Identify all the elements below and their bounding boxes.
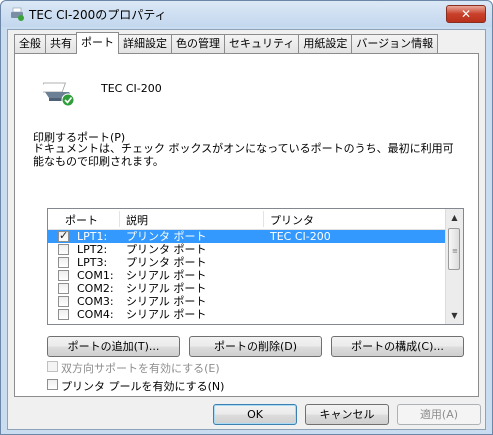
port-printer: TEC CI-200 (270, 230, 331, 243)
col-desc-header[interactable]: 説明 (126, 212, 148, 228)
col-port-header[interactable]: ポート (65, 212, 98, 228)
port-checkbox[interactable] (58, 270, 69, 281)
port-row[interactable]: COM4: シリアル ポート (48, 308, 446, 321)
port-name: LPT3: (77, 256, 108, 269)
port-description: シリアル ポート (126, 269, 207, 282)
bidirectional-checkbox[interactable] (47, 361, 58, 372)
scroll-down-arrow-icon[interactable]: ▼ (446, 307, 463, 324)
port-description: プリンタ ポート (126, 256, 207, 269)
tab-advanced[interactable]: 詳細設定 (118, 34, 172, 53)
port-checkbox[interactable] (58, 244, 69, 255)
port-list-scrollbar[interactable]: ▲ ≡ ▼ (445, 209, 463, 324)
port-checkbox[interactable] (58, 296, 69, 307)
port-name: COM1: (77, 269, 114, 282)
add-port-button[interactable]: ポートの追加(T)... (47, 336, 180, 357)
port-description: プリンタ ポート (126, 243, 207, 256)
port-description: シリアル ポート (126, 282, 207, 295)
title-bar[interactable]: TEC CI-200のプロパティ ✕ (1, 1, 492, 27)
bidirectional-label: 双方向サポートを有効にする(E) (61, 362, 220, 375)
port-list[interactable]: ポート 説明 プリンタ LPT1: プリンタ ポート TEC CI-200 (47, 208, 464, 325)
port-checkbox[interactable] (58, 283, 69, 294)
cancel-button[interactable]: キャンセル (305, 404, 389, 425)
ports-description: ドキュメントは、チェック ボックスがオンになっているポートのうち、最初に利用可能… (33, 142, 454, 168)
port-description: シリアル ポート (126, 295, 207, 308)
printer-icon (11, 7, 24, 21)
tab-security[interactable]: セキュリティ (224, 34, 300, 53)
port-row[interactable]: COM1: シリアル ポート (48, 269, 446, 282)
port-description: プリンタ ポート (126, 230, 207, 243)
tab-general[interactable]: 全般 (14, 34, 46, 53)
dialog-button-bar: OK キャンセル 適用(A) (8, 397, 485, 429)
scroll-thumb[interactable]: ≡ (448, 228, 460, 270)
tab-strip: 全般 共有 ポート 詳細設定 色の管理 セキュリティ 用紙設定 バージョン情報 (14, 32, 439, 54)
port-name: LPT1: (77, 230, 108, 243)
properties-window: TEC CI-200のプロパティ ✕ 全般 共有 ポート 詳細設定 色の管理 セ… (0, 0, 493, 435)
tab-paper-settings[interactable]: 用紙設定 (298, 34, 353, 53)
port-row[interactable]: COM3: シリアル ポート (48, 295, 446, 308)
window-title: TEC CI-200のプロパティ (29, 8, 167, 22)
port-rows: LPT1: プリンタ ポート TEC CI-200 LPT2: プリンタ ポート… (48, 229, 446, 321)
printer-check-icon (43, 82, 75, 106)
port-name: LPT2: (77, 243, 108, 256)
close-icon: ✕ (460, 7, 472, 21)
tab-sharing[interactable]: 共有 (45, 34, 77, 53)
close-button[interactable]: ✕ (446, 5, 486, 23)
port-name: COM2: (77, 282, 114, 295)
tab-ports[interactable]: ポート (76, 32, 119, 54)
tab-color-management[interactable]: 色の管理 (171, 34, 225, 53)
port-description: シリアル ポート (126, 308, 207, 321)
printer-name: TEC CI-200 (101, 82, 162, 95)
port-checkbox[interactable] (58, 257, 69, 268)
col-printer-header[interactable]: プリンタ (270, 212, 314, 228)
grip-icon: ≡ (452, 247, 458, 255)
delete-port-button[interactable]: ポートの削除(D) (189, 336, 322, 357)
port-name: COM3: (77, 295, 114, 308)
port-name: COM4: (77, 308, 114, 321)
ok-button[interactable]: OK (213, 404, 297, 425)
port-row[interactable]: COM2: シリアル ポート (48, 282, 446, 295)
column-divider[interactable] (263, 211, 264, 227)
printer-pooling-checkbox[interactable] (47, 379, 58, 390)
port-checkbox[interactable] (58, 229, 69, 242)
printer-pooling-label: プリンタ プールを有効にする(N) (61, 380, 225, 393)
port-checkbox[interactable] (58, 309, 69, 320)
apply-button[interactable]: 適用(A) (397, 404, 481, 425)
scroll-up-arrow-icon[interactable]: ▲ (446, 209, 463, 226)
tab-version-info[interactable]: バージョン情報 (351, 34, 439, 53)
ports-panel: TEC CI-200 印刷するポート(P) ドキュメントは、チェック ボックスが… (14, 53, 479, 397)
port-list-header: ポート 説明 プリンタ (48, 209, 446, 230)
dialog-client: 全般 共有 ポート 詳細設定 色の管理 セキュリティ 用紙設定 バージョン情報 … (7, 29, 486, 430)
port-row[interactable]: LPT1: プリンタ ポート TEC CI-200 (48, 229, 446, 243)
column-divider[interactable] (119, 211, 120, 227)
port-row[interactable]: LPT2: プリンタ ポート (48, 243, 446, 256)
configure-port-button[interactable]: ポートの構成(C)... (331, 336, 464, 357)
port-row[interactable]: LPT3: プリンタ ポート (48, 256, 446, 269)
